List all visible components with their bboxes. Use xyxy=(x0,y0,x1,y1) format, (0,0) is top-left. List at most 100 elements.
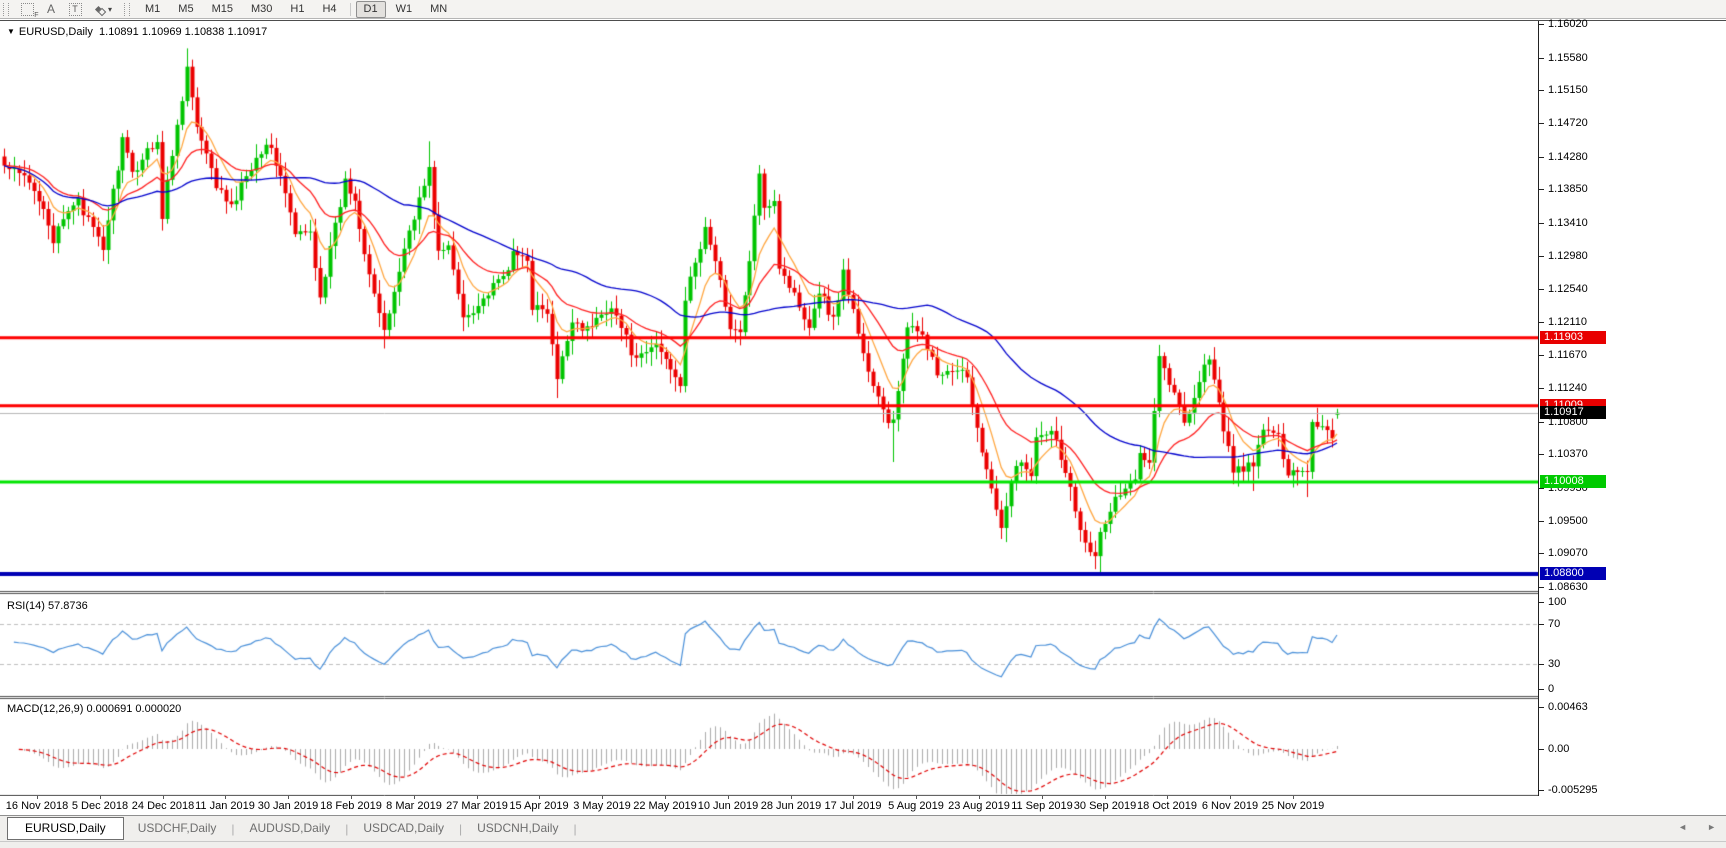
rsi-value: 57.8736 xyxy=(48,600,88,612)
date-tick-mark xyxy=(728,796,729,799)
top-toolbar: F A T ▾ M1M5M15M30H1H4 D1W1MN xyxy=(0,0,1726,19)
rsi-indicator-label: RSI(14) 57.8736 xyxy=(7,600,88,612)
status-strip xyxy=(0,841,1726,848)
chart-tab-usdcad[interactable]: USDCAD,Daily xyxy=(349,818,458,839)
price-axis-tick: 1.08630 xyxy=(1548,581,1588,593)
date-tick-mark xyxy=(225,796,226,799)
toolbar-drag-handle[interactable] xyxy=(3,3,9,16)
timeframe-button-m30[interactable]: M30 xyxy=(243,1,280,18)
macd-axis-tick: 0.00463 xyxy=(1548,701,1588,713)
tab-separator: | xyxy=(345,822,348,836)
ohlc-values: 1.10891 1.10969 1.10838 1.10917 xyxy=(99,26,267,38)
timeframe-button-mn[interactable]: MN xyxy=(422,1,455,18)
chart-grid-f-icon[interactable]: F xyxy=(15,1,39,17)
date-tick-mark xyxy=(539,796,540,799)
timeframe-button-m1[interactable]: M1 xyxy=(137,1,168,18)
date-tick-mark xyxy=(853,796,854,799)
date-tick-mark xyxy=(979,796,980,799)
macd-values: 0.000691 0.000020 xyxy=(86,703,181,715)
timeframe-button-h1[interactable]: H1 xyxy=(282,1,312,18)
dotted-grid-icon: F xyxy=(21,3,34,16)
text-label-icon: T xyxy=(69,3,82,16)
timeframe-button-h4[interactable]: H4 xyxy=(314,1,344,18)
date-axis-label: 18 Oct 2019 xyxy=(1137,800,1197,812)
date-tick-mark xyxy=(351,796,352,799)
price-axis-tick: 1.15150 xyxy=(1548,84,1588,96)
collapse-marker-icon[interactable]: ▼ xyxy=(7,27,15,36)
date-axis-label: 11 Sep 2019 xyxy=(1011,800,1073,812)
macd-axis-tick: -0.005295 xyxy=(1548,784,1598,796)
price-axis-tick: 1.15580 xyxy=(1548,52,1588,64)
date-axis-label: 28 Jun 2019 xyxy=(761,800,822,812)
rsi-axis-tick: 0 xyxy=(1548,683,1554,695)
metatrader-window: { "toolbar": { "tools": [ {"name": "char… xyxy=(0,0,1726,848)
rsi-axis-tick: 30 xyxy=(1548,658,1560,670)
price-axis-tick: 1.09500 xyxy=(1548,515,1588,527)
price-axis-tick: 1.14720 xyxy=(1548,117,1588,129)
date-axis-label: 10 Jun 2019 xyxy=(698,800,759,812)
date-axis-label: 8 Mar 2019 xyxy=(386,800,442,812)
font-tool-button[interactable]: A xyxy=(39,1,63,17)
date-axis-label: 15 Apr 2019 xyxy=(509,800,568,812)
chart-tab-audusd[interactable]: AUDUSD,Daily xyxy=(236,818,345,839)
symbol-name: EURUSD,Daily xyxy=(19,26,93,38)
date-axis-label: 30 Sep 2019 xyxy=(1074,800,1136,812)
chevron-down-icon: ▾ xyxy=(108,5,112,14)
hline-price-badge: 1.08800 xyxy=(1540,567,1606,580)
time-axis[interactable]: 16 Nov 2018 5 Dec 2018 24 Dec 201811 Jan 2… xyxy=(0,796,1538,816)
price-axis-tick: 1.13410 xyxy=(1548,217,1588,229)
date-axis-label: 24 Dec 2018 xyxy=(132,800,194,812)
toolbar-group-handle[interactable] xyxy=(124,3,130,16)
tab-separator: | xyxy=(459,822,462,836)
price-axis-tick: 1.14280 xyxy=(1548,151,1588,163)
date-tick-mark xyxy=(602,796,603,799)
date-axis-label: 27 Mar 2019 xyxy=(446,800,508,812)
rsi-title: RSI(14) xyxy=(7,600,45,612)
price-axis[interactable]: 1.16020 1.15580 1.15150 1.14720 1.14280 1.138… xyxy=(1538,21,1726,796)
date-tick-mark xyxy=(791,796,792,799)
date-axis-label: 3 May 2019 xyxy=(573,800,630,812)
date-axis-label: 6 Nov 2019 xyxy=(1202,800,1258,812)
chart-tab-eurusd[interactable]: EURUSD,Daily xyxy=(7,817,124,840)
rsi-axis-tick: 100 xyxy=(1548,596,1566,608)
price-axis-tick: 1.12980 xyxy=(1548,250,1588,262)
timeframe-button-w1[interactable]: W1 xyxy=(388,1,421,18)
timeframe-button-m15[interactable]: M15 xyxy=(204,1,241,18)
price-axis-tick: 1.11240 xyxy=(1548,382,1587,394)
price-axis-tick: 1.12540 xyxy=(1548,283,1588,295)
date-tick-mark xyxy=(916,796,917,799)
price-chart-canvas[interactable] xyxy=(0,21,1538,796)
date-tick-mark xyxy=(414,796,415,799)
date-tick-mark xyxy=(1167,796,1168,799)
date-axis-label: 5 Dec 2018 xyxy=(72,800,128,812)
date-axis-label: 22 May 2019 xyxy=(633,800,697,812)
date-tick-mark xyxy=(1042,796,1043,799)
date-axis-label: 11 Jan 2019 xyxy=(195,800,255,812)
date-axis-label: 23 Aug 2019 xyxy=(948,800,1010,812)
hline-price-badge: 1.10008 xyxy=(1540,475,1606,488)
chart-tab-usdcnh[interactable]: USDCNH,Daily xyxy=(463,818,572,839)
tab-scroll-left-icon[interactable]: ◄ xyxy=(1678,822,1687,832)
price-axis-tick: 1.09070 xyxy=(1548,547,1588,559)
text-label-tool-button[interactable]: T xyxy=(63,1,87,17)
date-axis-label: 16 Nov 2018 xyxy=(6,800,68,812)
tab-scroll-arrows: ◄► xyxy=(1678,822,1716,832)
shapes-tool-button[interactable]: ▾ xyxy=(87,1,121,17)
font-a-icon: A xyxy=(47,2,55,16)
date-axis-label: 18 Feb 2019 xyxy=(320,800,382,812)
tab-separator: | xyxy=(231,822,234,836)
date-tick-mark xyxy=(477,796,478,799)
timeframe-button-group: M1M5M15M30H1H4 D1W1MN xyxy=(136,1,456,18)
date-tick-mark xyxy=(100,796,101,799)
timeframe-button-m5[interactable]: M5 xyxy=(170,1,201,18)
date-tick-mark xyxy=(37,796,38,799)
tab-separator: | xyxy=(573,822,576,836)
date-tick-mark xyxy=(288,796,289,799)
tab-scroll-right-icon[interactable]: ► xyxy=(1707,822,1716,832)
chart-tab-usdchf[interactable]: USDCHF,Daily xyxy=(124,818,231,839)
timeframe-button-d1[interactable]: D1 xyxy=(356,1,386,18)
toolbar-separator xyxy=(350,3,351,16)
date-axis-label: 17 Jul 2019 xyxy=(825,800,882,812)
price-axis-tick: 1.16020 xyxy=(1548,18,1588,30)
price-axis-tick: 1.13850 xyxy=(1548,183,1588,195)
